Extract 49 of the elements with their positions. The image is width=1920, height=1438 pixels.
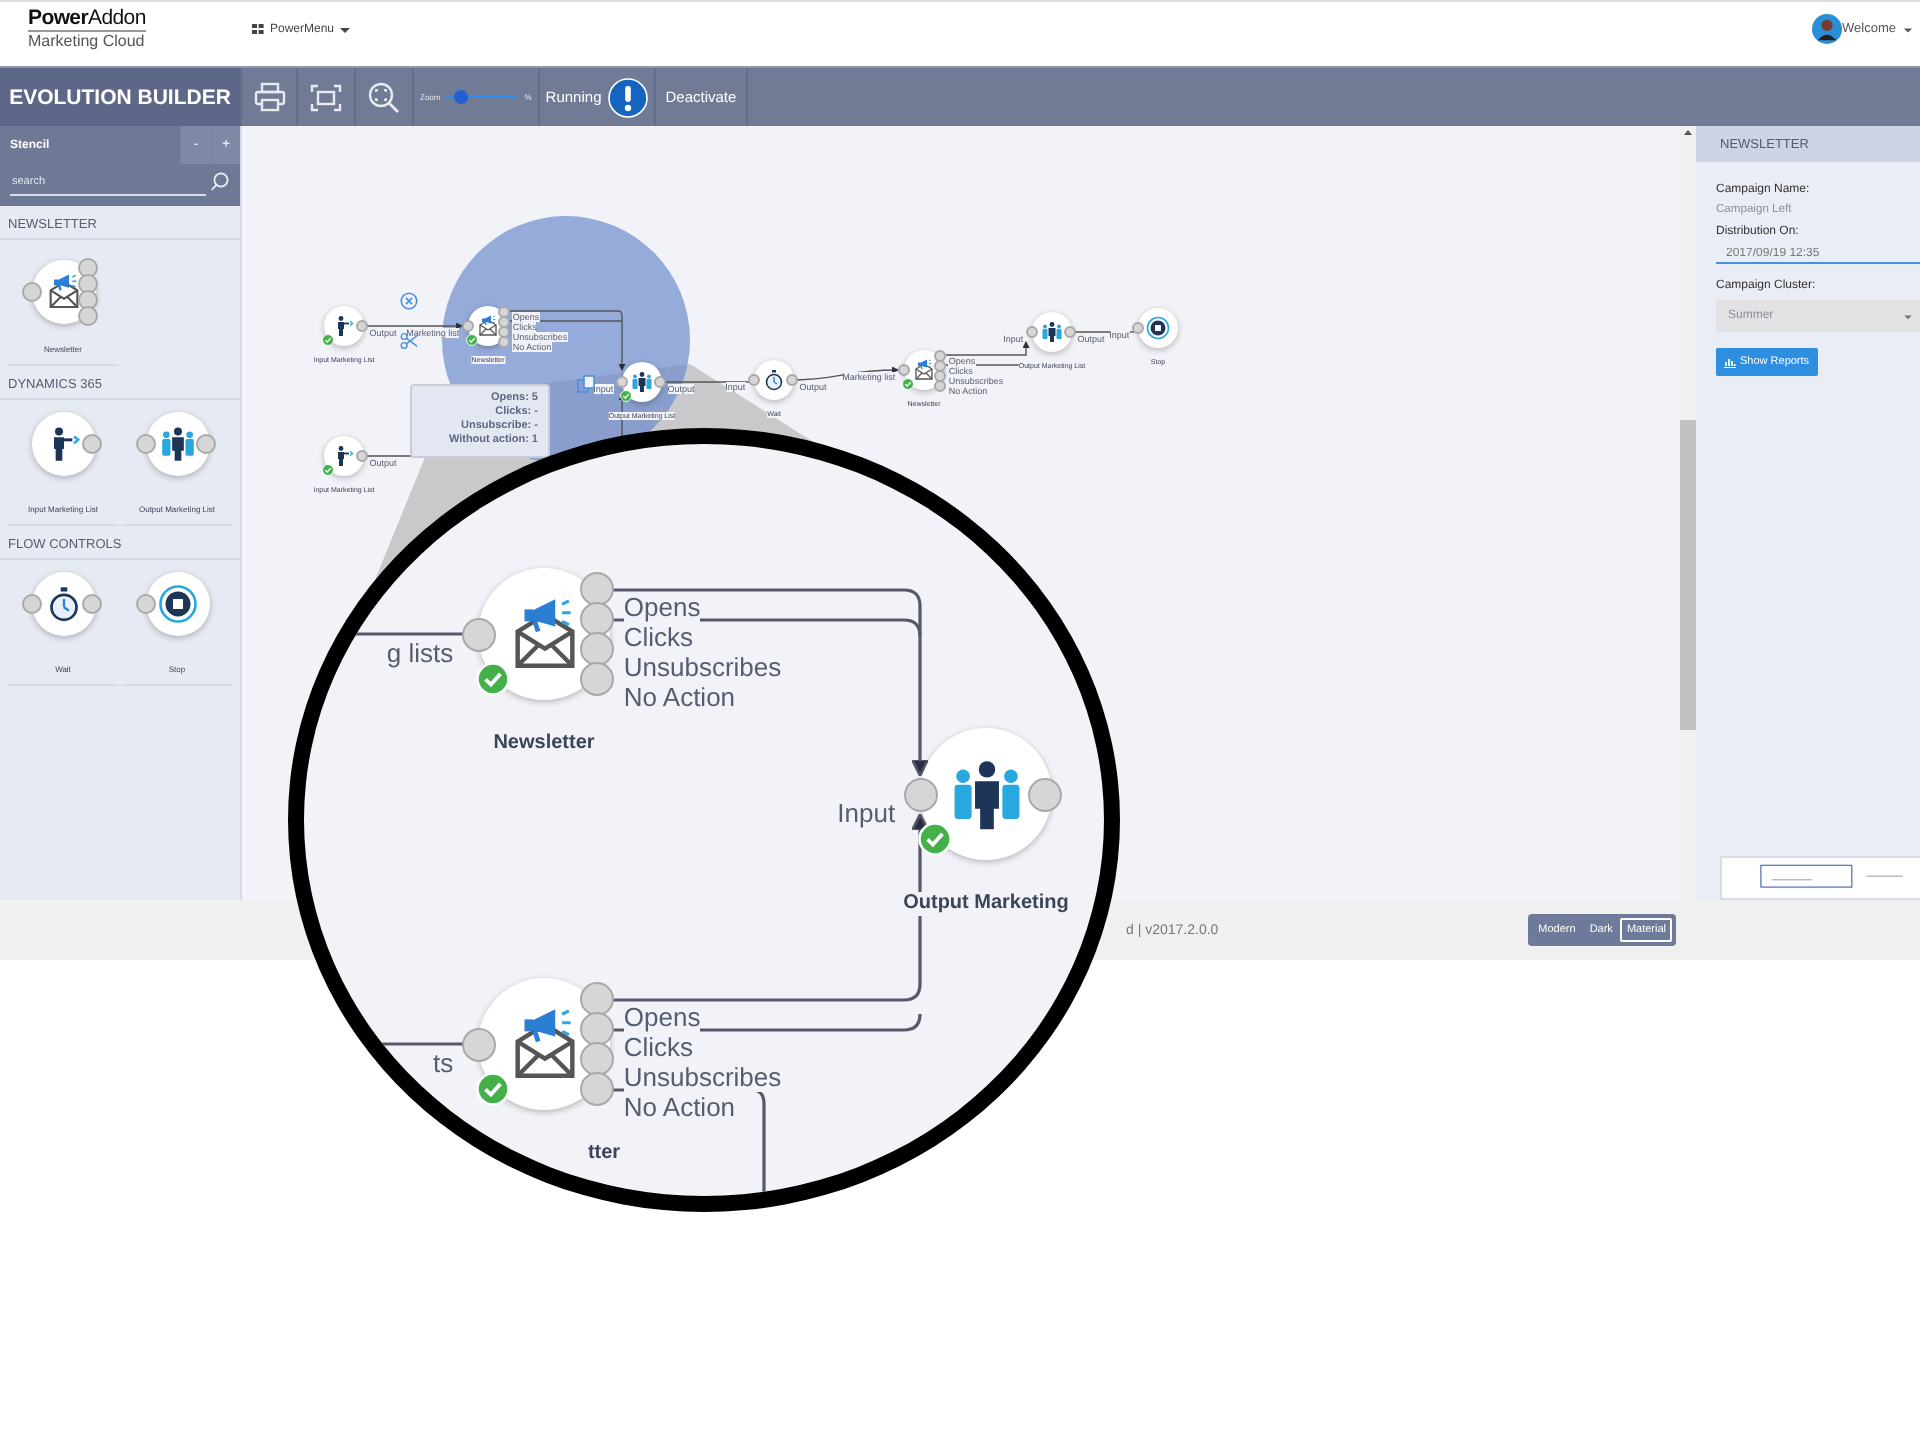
option-label: Unsubscribes: [623, 1061, 782, 1093]
flow-node[interactable]: [31, 412, 95, 476]
copy-icon[interactable]: [576, 374, 596, 394]
option-label: Opens: [623, 591, 701, 623]
people-group-icon: [157, 424, 197, 464]
people-group-icon: [1040, 320, 1064, 344]
app-title: EVOLUTION BUILDER: [0, 68, 240, 126]
search-icon: [210, 172, 230, 192]
port-label: g lists: [386, 637, 454, 670]
option-label: Clicks: [623, 1031, 694, 1063]
logo-subtitle: Marketing Cloud: [28, 31, 147, 51]
option-label: Unsubscribes: [623, 651, 782, 683]
person-pointing-icon: [332, 314, 356, 338]
flow-node[interactable]: [754, 360, 794, 400]
slider-thumb[interactable]: [453, 89, 468, 104]
envelope-megaphone-icon: [912, 358, 936, 382]
printer-icon: [253, 82, 285, 112]
flow-node[interactable]: [31, 572, 95, 636]
grid-icon: [252, 24, 264, 34]
flow-node[interactable]: [145, 572, 209, 636]
person-pointing-icon: [332, 444, 356, 468]
envelope-megaphone-icon: [476, 314, 500, 338]
stop-icon: [1146, 316, 1170, 340]
logo-title: PowerAddon: [28, 7, 146, 31]
caret-icon: [1904, 313, 1912, 319]
option-label: Clicks: [623, 621, 694, 653]
close-icon[interactable]: [400, 292, 418, 310]
flow-node[interactable]: [1032, 312, 1072, 352]
stop-icon: [157, 584, 197, 624]
scrollbar-thumb[interactable]: [1680, 420, 1696, 730]
avatar-icon[interactable]: [1812, 14, 1843, 44]
option-label: No Action: [623, 681, 736, 713]
node-label: Output Marketing: [903, 892, 1069, 916]
connector-line: [945, 341, 1030, 356]
caret-icon: [340, 25, 351, 33]
people-group-icon: [630, 370, 654, 394]
flow-node[interactable]: [324, 306, 364, 346]
scrollbar[interactable]: [1680, 126, 1696, 900]
option-label: Opens: [623, 1001, 701, 1033]
fit-screen-icon: [310, 83, 342, 111]
caret-icon: [1904, 25, 1912, 33]
flow-node[interactable]: [1138, 308, 1178, 348]
bar-chart-icon: [1724, 357, 1736, 367]
stopwatch-icon: [762, 368, 786, 392]
option-label: No Action: [623, 1091, 736, 1123]
alert-icon: [607, 77, 648, 117]
flow-node[interactable]: [324, 436, 364, 476]
flow-node[interactable]: [145, 412, 209, 476]
zoom-icon: [368, 81, 400, 113]
